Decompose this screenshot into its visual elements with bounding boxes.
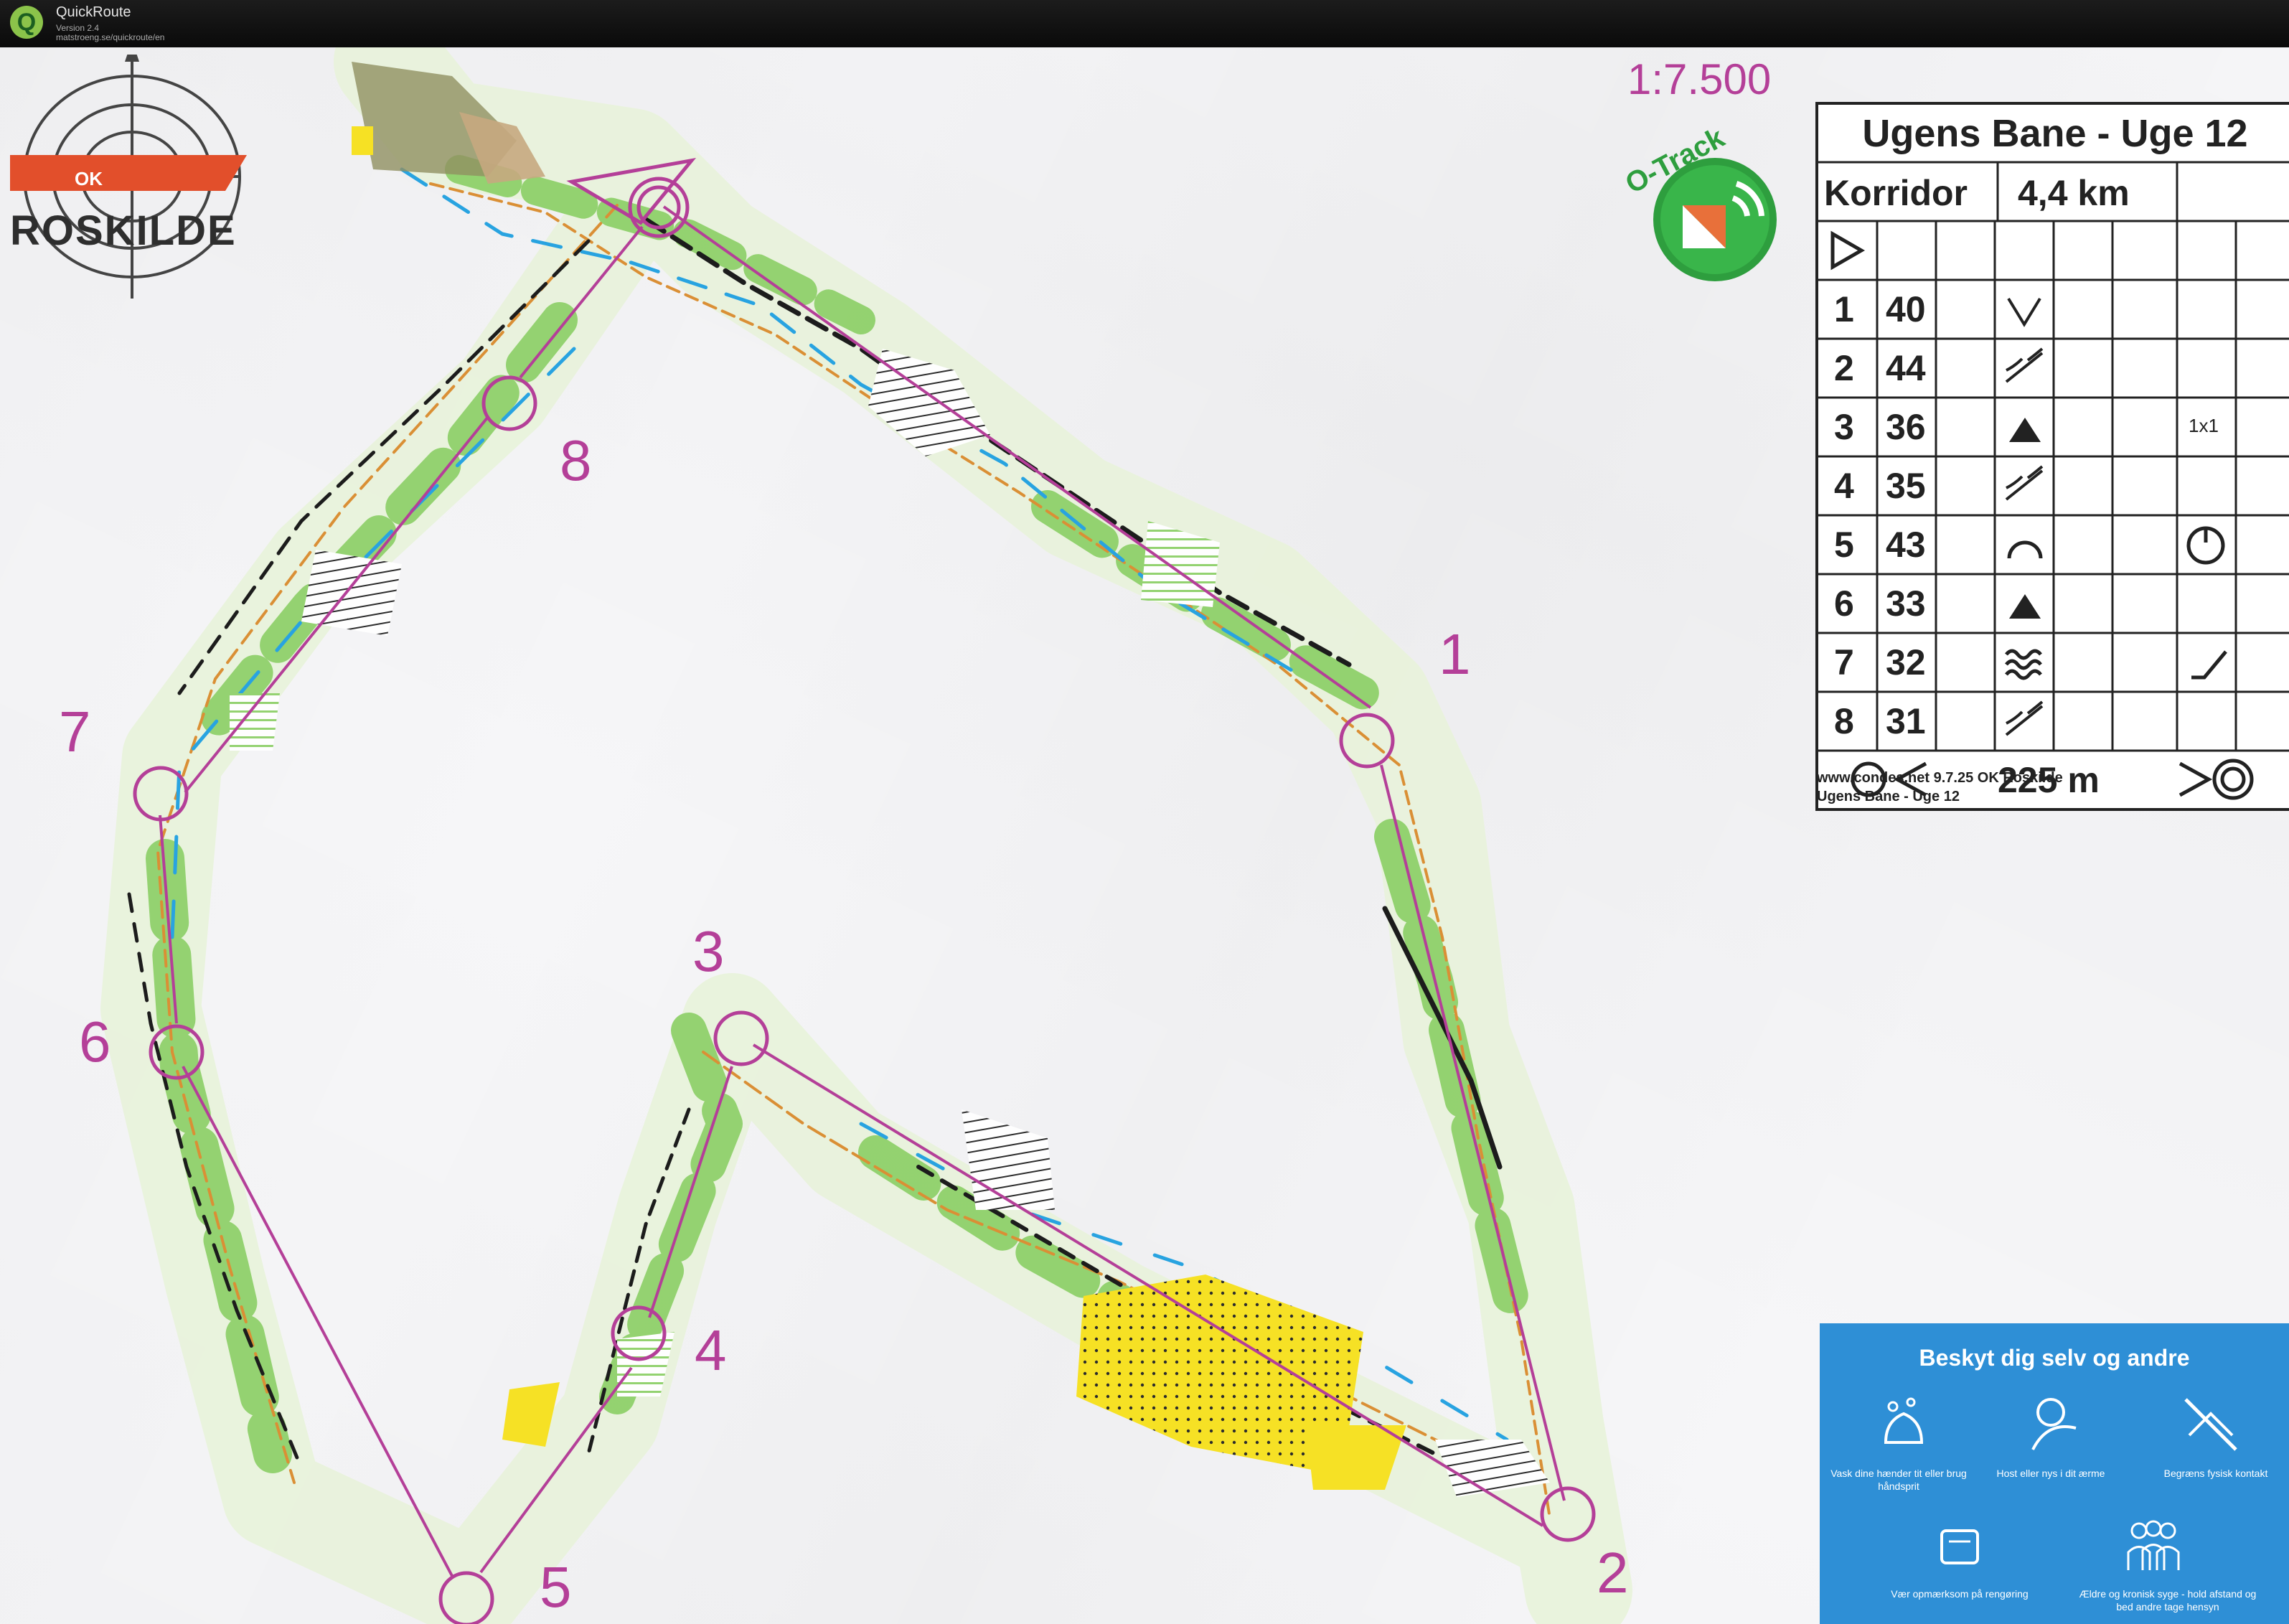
corner-symbol-icon <box>2191 650 2227 680</box>
start-symbol-icon <box>1830 230 1866 271</box>
map-canvas[interactable]: 1 2 3 4 5 6 7 8 1:7.500 OK ROSKILDE O-Tr… <box>0 47 2289 1624</box>
control-row-num: 4 <box>1834 466 1854 506</box>
control-number-5: 5 <box>540 1555 572 1619</box>
control-row-num: 7 <box>1834 642 1854 682</box>
control-number-4: 4 <box>695 1318 727 1382</box>
control-row-num: 1 <box>1834 289 1854 329</box>
control-number-7: 7 <box>59 700 91 764</box>
control-row-num: 6 <box>1834 583 1854 624</box>
cough-icon <box>2031 1398 2077 1450</box>
health-notice: Beskyt dig selv og andre Vask dine hænde… <box>1820 1323 2289 1624</box>
footer-line-2: Ugens Bane - Uge 12 <box>1817 789 1960 804</box>
control-row-code: 40 <box>1886 289 1926 329</box>
quickroute-logo-icon: Q <box>10 6 43 39</box>
notice-heading: Beskyt dig selv og andre <box>1919 1345 2190 1371</box>
control-row-extra: 1x1 <box>2189 415 2219 436</box>
course-class: Korridor <box>1824 173 1968 213</box>
finish-circle-icon <box>2212 759 2254 800</box>
valley-symbol-icon <box>2007 297 2041 327</box>
corridor-terrain <box>100 47 1632 1624</box>
control-number-8: 8 <box>560 428 592 492</box>
elderly-distance-icon <box>2127 1520 2180 1570</box>
control-description-sheet: Ugens Bane - Uge 12 Korridor 4,4 km 1 40… <box>1815 102 2289 811</box>
control-row-code: 36 <box>1886 407 1926 447</box>
notice-item: Vær opmærksom på rengøring <box>1891 1588 2029 1600</box>
control-row-code: 32 <box>1886 642 1926 682</box>
app-name: QuickRoute <box>56 4 131 20</box>
app-url: matstroeng.se/quickroute/en <box>56 32 165 42</box>
control-row-code: 31 <box>1886 701 1926 741</box>
cleaning-icon <box>1940 1529 1979 1564</box>
o-track-icon <box>1653 158 1777 281</box>
control-number-2: 2 <box>1597 1541 1629 1605</box>
control-row-code: 44 <box>1886 348 1926 388</box>
app-titlebar: Q QuickRoute Version 2.4 matstroeng.se/q… <box>0 0 2289 47</box>
control-row-num: 3 <box>1834 407 1854 447</box>
notice-item: Host eller nys i dit ærme <box>1996 1468 2105 1479</box>
control-row-code: 35 <box>1886 466 1926 506</box>
club-name: ROSKILDE <box>10 207 237 254</box>
hand-wash-icon <box>1884 1397 1924 1444</box>
o-track-logo: O-Track <box>1614 112 1787 284</box>
notice-item: Ældre og kronisk syge - hold afstand og … <box>2079 1588 2257 1613</box>
notice-item: Begræns fysisk kontakt <box>2163 1468 2268 1479</box>
control-row-num: 5 <box>1834 525 1854 565</box>
club-logo: OK ROSKILDE <box>10 47 254 299</box>
footer-line-1: www.condes.net 9.7.25 OK Roskilde <box>1817 770 2063 786</box>
description-footer: www.condes.net 9.7.25 OK Roskilde Ugens … <box>1817 769 2063 806</box>
no-contact-icon <box>2184 1398 2237 1451</box>
course-length: 4,4 km <box>2018 173 2130 213</box>
club-logo-emblem-icon: OK <box>10 47 247 299</box>
control-row-num: 2 <box>1834 348 1854 388</box>
map-scale: 1:7.500 <box>1627 55 1772 103</box>
control-row-code: 33 <box>1886 583 1926 624</box>
control-number-6: 6 <box>79 1010 111 1074</box>
marsh-symbol-icon <box>2005 649 2042 680</box>
club-logo-ok: OK <box>75 168 103 189</box>
triangle-symbol-icon <box>2009 418 2041 442</box>
control-row-num: 8 <box>1834 701 1854 741</box>
app-version: Version 2.4 <box>56 23 100 33</box>
control-number-1: 1 <box>1439 622 1471 686</box>
control-number-3: 3 <box>692 919 725 983</box>
control-row-code: 43 <box>1886 525 1926 565</box>
notice-item: Vask dine hænder tit eller brug håndspri… <box>1830 1468 1967 1492</box>
